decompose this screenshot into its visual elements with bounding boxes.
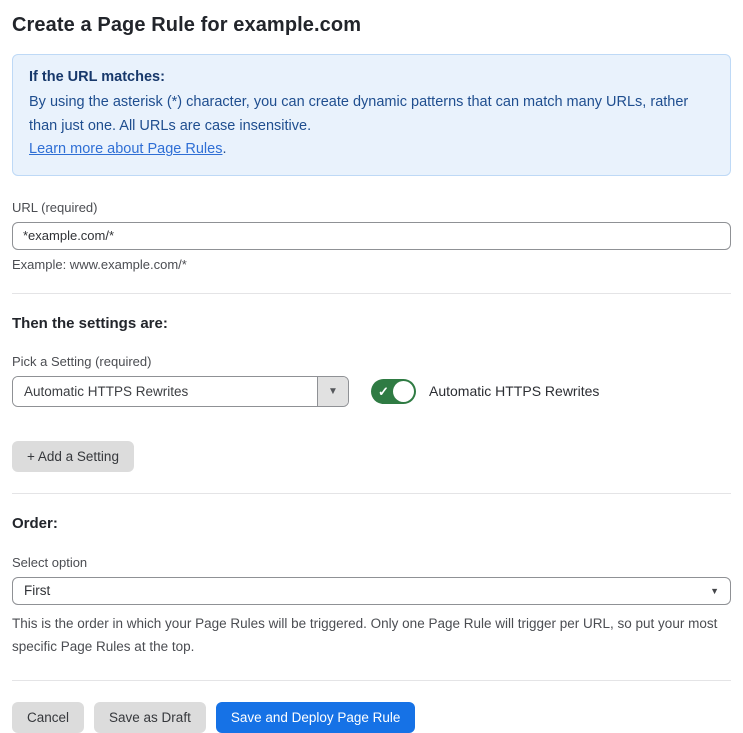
info-box-heading: If the URL matches: — [29, 69, 165, 85]
check-icon: ✓ — [378, 383, 389, 399]
order-select-wrap: First ▼ — [12, 576, 731, 605]
cancel-button[interactable]: Cancel — [12, 701, 85, 733]
order-select[interactable]: First — [12, 576, 731, 605]
url-input[interactable] — [12, 221, 731, 250]
pick-setting-label: Pick a Setting (required) — [12, 353, 152, 369]
info-box-link-line: Learn more about Page Rules. — [29, 138, 714, 161]
chevron-down-icon: ▼ — [328, 385, 338, 397]
info-box-body: By using the asterisk (*) character, you… — [29, 94, 689, 134]
page-title: Create a Page Rule for example.com — [12, 14, 362, 36]
divider — [12, 679, 731, 681]
setting-toggle-group: ✓ Automatic HTTPS Rewrites — [371, 378, 600, 404]
divider — [12, 292, 731, 294]
setting-dropdown-button[interactable]: ▼ — [317, 376, 348, 406]
setting-row: Automatic HTTPS Rewrites ▼ ✓ Automatic H… — [12, 375, 731, 407]
order-help-text: This is the order in which your Page Rul… — [12, 615, 718, 654]
order-select-label: Select option — [12, 554, 88, 570]
toggle-label: Automatic HTTPS Rewrites — [429, 383, 600, 400]
toggle-knob — [393, 380, 414, 402]
save-deploy-button[interactable]: Save and Deploy Page Rule — [215, 701, 416, 733]
setting-dropdown[interactable]: Automatic HTTPS Rewrites ▼ — [12, 375, 349, 407]
link-period: . — [222, 141, 227, 158]
url-field-label: URL (required) — [12, 199, 98, 215]
https-rewrites-toggle[interactable]: ✓ — [371, 378, 416, 404]
url-example-text: Example: www.example.com/* — [12, 256, 187, 272]
settings-section-heading: Then the settings are: — [12, 314, 168, 332]
learn-more-link[interactable]: Learn more about Page Rules — [29, 141, 222, 157]
create-page-rule-form: Create a Page Rule for example.com If th… — [0, 0, 743, 733]
save-draft-button[interactable]: Save as Draft — [94, 701, 206, 733]
url-matches-info-box: If the URL matches: By using the asteris… — [12, 54, 731, 176]
divider — [12, 492, 731, 494]
setting-dropdown-value[interactable]: Automatic HTTPS Rewrites — [13, 376, 317, 406]
add-setting-button[interactable]: + Add a Setting — [12, 440, 134, 472]
order-section-heading: Order: — [12, 514, 58, 532]
footer-actions: Cancel Save as Draft Save and Deploy Pag… — [12, 701, 731, 733]
